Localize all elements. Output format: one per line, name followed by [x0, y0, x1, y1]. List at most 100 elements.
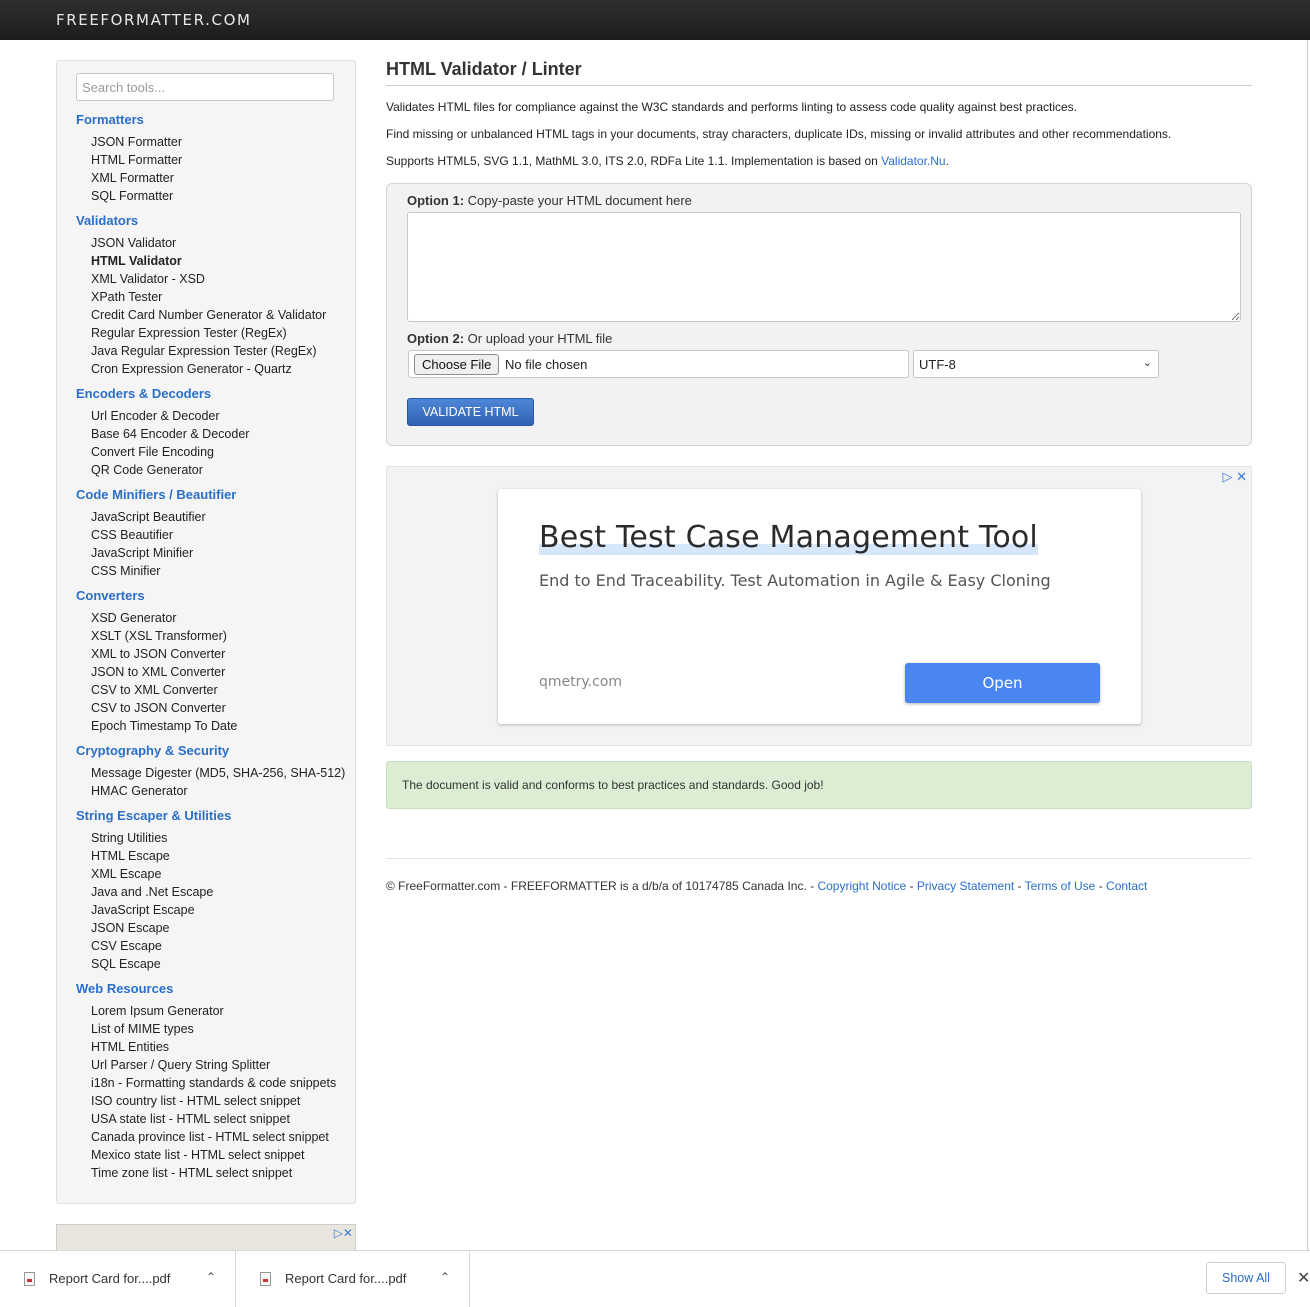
sidebar-item[interactable]: XSLT (XSL Transformer) [76, 627, 351, 645]
validator-nu-link[interactable]: Validator.Nu [881, 154, 945, 168]
ad-subtitle: End to End Traceability. Test Automation… [539, 571, 1051, 590]
sidebar-item[interactable]: Url Encoder & Decoder [76, 407, 351, 425]
pdf-file-icon [260, 1272, 271, 1286]
validate-html-button[interactable]: VALIDATE HTML [407, 398, 534, 426]
sidebar-item[interactable]: Base 64 Encoder & Decoder [76, 425, 351, 443]
sidebar-item[interactable]: JSON Validator [76, 234, 351, 252]
main-content: HTML Validator / Linter Validates HTML f… [386, 56, 1252, 893]
sidebar-item[interactable]: Convert File Encoding [76, 443, 351, 461]
sidebar-item[interactable]: JSON Formatter [76, 133, 351, 151]
sidebar-item[interactable]: JavaScript Beautifier [76, 508, 351, 526]
description-1: Validates HTML files for compliance agai… [386, 100, 1078, 114]
sidebar-item[interactable]: Java Regular Expression Tester (RegEx) [76, 342, 351, 360]
encoding-select[interactable]: UTF-8 ⌄ [913, 350, 1159, 378]
sidebar-item[interactable]: CSS Minifier [76, 562, 351, 580]
file-status: No file chosen [505, 357, 588, 372]
sidebar-category-list: Message Digester (MD5, SHA-256, SHA-512)… [76, 764, 351, 800]
sidebar-category-title[interactable]: Converters [76, 587, 351, 605]
downloads-bar: Report Card for....pdf ⌃ Report Card for… [0, 1250, 1310, 1307]
download-filename: Report Card for....pdf [49, 1271, 171, 1286]
sidebar-item[interactable]: Epoch Timestamp To Date [76, 717, 351, 735]
footer-link-privacy[interactable]: Privacy Statement [917, 879, 1014, 893]
show-all-button[interactable]: Show All [1206, 1262, 1286, 1294]
sidebar-item[interactable]: HTML Validator [76, 252, 351, 270]
choose-file-button[interactable]: Choose File [414, 354, 500, 375]
sidebar-item[interactable]: HTML Entities [76, 1038, 351, 1056]
option2-label: Option 2: Or upload your HTML file [407, 331, 613, 346]
sidebar-category-title[interactable]: Code Minifiers / Beautifier [76, 486, 351, 504]
sidebar-category-list: XSD Generator XSLT (XSL Transformer) XML t… [76, 609, 351, 735]
sidebar-item[interactable]: XML Formatter [76, 169, 351, 187]
sidebar-item[interactable]: SQL Escape [76, 955, 351, 973]
footer: © FreeFormatter.com - FREEFORMATTER is a… [386, 879, 1148, 893]
pdf-file-icon [24, 1272, 35, 1286]
html-input-textarea[interactable] [407, 212, 1241, 322]
sidebar-item[interactable]: Canada province list - HTML select snipp… [76, 1128, 351, 1146]
sidebar-category-list: Url Encoder & Decoder Base 64 Encoder & D… [76, 407, 351, 479]
sidebar-item[interactable]: Message Digester (MD5, SHA-256, SHA-512) [76, 764, 351, 782]
ad-open-button[interactable]: Open [905, 663, 1100, 703]
footer-link-copyright[interactable]: Copyright Notice [817, 879, 906, 893]
sidebar-item[interactable]: String Utilities [76, 829, 351, 847]
chevron-up-icon[interactable]: ⌃ [440, 1270, 450, 1284]
sidebar-item[interactable]: List of MIME types [76, 1020, 351, 1038]
sidebar-item[interactable]: Java and .Net Escape [76, 883, 351, 901]
close-icon[interactable]: ✕ [1297, 1268, 1310, 1288]
sidebar-item[interactable]: Regular Expression Tester (RegEx) [76, 324, 351, 342]
sidebar-item[interactable]: HTML Formatter [76, 151, 351, 169]
ad-card[interactable]: Best Test Case Management Tool End to En… [498, 489, 1141, 724]
sidebar-item[interactable]: XML to JSON Converter [76, 645, 351, 663]
download-item[interactable]: Report Card for....pdf ⌃ [236, 1251, 470, 1307]
sidebar-category-title[interactable]: Encoders & Decoders [76, 385, 351, 403]
sidebar-item[interactable]: XPath Tester [76, 288, 351, 306]
sidebar-item[interactable]: Cron Expression Generator - Quartz [76, 360, 351, 378]
validator-form: Option 1: Copy-paste your HTML document … [386, 183, 1252, 446]
sidebar-category-title[interactable]: String Escaper & Utilities [76, 807, 351, 825]
sidebar-category-title[interactable]: Cryptography & Security [76, 742, 351, 760]
sidebar-category-title[interactable]: Web Resources [76, 980, 351, 998]
sidebar-item[interactable]: Credit Card Number Generator & Validator [76, 306, 351, 324]
sidebar-item[interactable]: CSV Escape [76, 937, 351, 955]
sidebar-item[interactable]: HTML Escape [76, 847, 351, 865]
sidebar-item[interactable]: SQL Formatter [76, 187, 351, 205]
footer-text: © FreeFormatter.com - FREEFORMATTER is a… [386, 879, 818, 893]
sidebar-item[interactable]: USA state list - HTML select snippet [76, 1110, 351, 1128]
sidebar-item[interactable]: XML Validator - XSD [76, 270, 351, 288]
sidebar-category-list: Lorem Ipsum Generator List of MIME types H… [76, 1002, 351, 1182]
file-upload-field[interactable]: Choose File No file chosen [408, 350, 909, 378]
sidebar-item[interactable]: Url Parser / Query String Splitter [76, 1056, 351, 1074]
sidebar-item[interactable]: XML Escape [76, 865, 351, 883]
chevron-up-icon[interactable]: ⌃ [206, 1270, 216, 1284]
sidebar-item[interactable]: JavaScript Minifier [76, 544, 351, 562]
sidebar-item[interactable]: XSD Generator [76, 609, 351, 627]
sidebar-item[interactable]: Lorem Ipsum Generator [76, 1002, 351, 1020]
site-logo[interactable]: FREEFORMATTER.COM [56, 11, 252, 29]
sidebar-category-title[interactable]: Formatters [76, 111, 351, 129]
sidebar-category-title[interactable]: Validators [76, 212, 351, 230]
sidebar-category-list: String Utilities HTML Escape XML Escape Jav… [76, 829, 351, 973]
footer-link-terms[interactable]: Terms of Use [1025, 879, 1096, 893]
sidebar-item[interactable]: JSON to XML Converter [76, 663, 351, 681]
download-item[interactable]: Report Card for....pdf ⌃ [0, 1251, 236, 1307]
description-3: Supports HTML5, SVG 1.1, MathML 3.0, ITS… [386, 154, 1252, 168]
sidebar-item[interactable]: CSV to JSON Converter [76, 699, 351, 717]
sidebar-item[interactable]: i18n - Formatting standards & code snipp… [76, 1074, 351, 1092]
ad-choices-icon[interactable]: ▷ ✕ [1222, 469, 1247, 485]
sidebar-item[interactable]: JSON Escape [76, 919, 351, 937]
footer-link-contact[interactable]: Contact [1106, 879, 1147, 893]
encoding-value: UTF-8 [919, 357, 956, 372]
ad-choices-icon[interactable]: ▷✕ [334, 1226, 353, 1240]
sidebar-item[interactable]: JavaScript Escape [76, 901, 351, 919]
sidebar-item[interactable]: CSV to XML Converter [76, 681, 351, 699]
ad-banner: ▷ ✕ Best Test Case Management Tool End t… [386, 466, 1252, 746]
description-3-text: Supports HTML5, SVG 1.1, MathML 3.0, ITS… [386, 154, 882, 168]
option1-label: Option 1: Copy-paste your HTML document … [407, 193, 692, 208]
search-input[interactable] [76, 73, 334, 101]
sidebar-item[interactable]: ISO country list - HTML select snippet [76, 1092, 351, 1110]
sidebar-item[interactable]: HMAC Generator [76, 782, 351, 800]
sidebar-item[interactable]: CSS Beautifier [76, 526, 351, 544]
ad-title[interactable]: Best Test Case Management Tool [539, 520, 1038, 555]
sidebar-item[interactable]: Mexico state list - HTML select snippet [76, 1146, 351, 1164]
sidebar-item[interactable]: Time zone list - HTML select snippet [76, 1164, 351, 1182]
sidebar-item[interactable]: QR Code Generator [76, 461, 351, 479]
